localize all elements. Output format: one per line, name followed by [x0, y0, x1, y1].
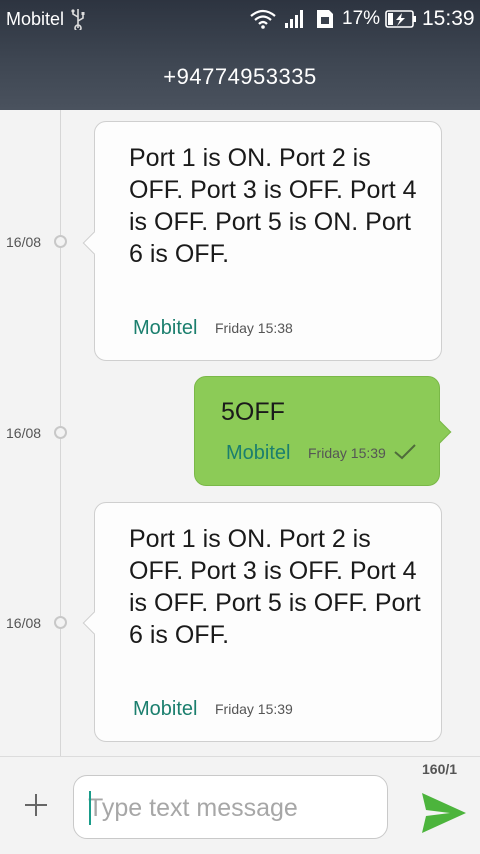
timeline-dot — [54, 616, 67, 629]
signal-icon — [285, 10, 303, 28]
bubble-tail — [82, 231, 106, 255]
message-time: Friday 15:39 — [215, 701, 293, 717]
bubble-tail — [428, 420, 452, 444]
delivered-check-icon — [394, 444, 416, 460]
timeline-dot — [54, 426, 67, 439]
usb-icon — [71, 9, 85, 30]
message-thread[interactable]: 16/08 Port 1 is ON. Port 2 is OFF. Port … — [0, 110, 480, 758]
incoming-message-bubble[interactable]: Port 1 is ON. Port 2 is OFF. Port 3 is O… — [82, 502, 442, 742]
carrier-name: Mobitel — [6, 9, 65, 29]
date-label: 16/08 — [6, 234, 42, 250]
sim-icon — [317, 10, 333, 28]
battery-charging-icon — [385, 10, 416, 28]
message-time: Friday 15:38 — [215, 320, 293, 336]
message-text: Port 1 is ON. Port 2 is OFF. Port 3 is O… — [129, 525, 421, 649]
message-time: Friday 15:39 — [308, 445, 386, 461]
app-header: Mobitel 17% 15:39 +94774953335 — [0, 0, 480, 110]
wifi-icon — [250, 9, 276, 29]
bubble-tail — [82, 611, 106, 635]
message-text: Port 1 is ON. Port 2 is OFF. Port 3 is O… — [129, 144, 417, 268]
timeline-dot — [54, 235, 67, 248]
sim-label: Mobitel — [133, 698, 198, 720]
character-counter: 160/1 — [422, 761, 458, 777]
incoming-message-bubble[interactable]: Port 1 is ON. Port 2 is OFF. Port 3 is O… — [82, 121, 442, 361]
composer-bar: 160/1 — [0, 756, 480, 854]
add-attachment-button[interactable] — [22, 791, 50, 819]
battery-percent: 17% — [342, 8, 381, 29]
message-input[interactable] — [88, 790, 376, 826]
text-caret — [89, 791, 91, 825]
message-input-box[interactable] — [73, 775, 388, 839]
message-text: 5OFF — [221, 398, 285, 426]
date-label: 16/08 — [6, 425, 42, 441]
send-button[interactable] — [420, 791, 468, 835]
date-label: 16/08 — [6, 615, 42, 631]
sim-label: Mobitel — [133, 317, 198, 339]
status-bar: Mobitel 17% 15:39 — [0, 0, 480, 40]
outgoing-message-bubble[interactable]: 5OFF Mobitel Friday 15:39 — [194, 376, 452, 486]
status-time: 15:39 — [422, 7, 475, 30]
contact-title[interactable]: +94774953335 — [0, 64, 480, 90]
sim-label: Mobitel — [226, 442, 291, 464]
